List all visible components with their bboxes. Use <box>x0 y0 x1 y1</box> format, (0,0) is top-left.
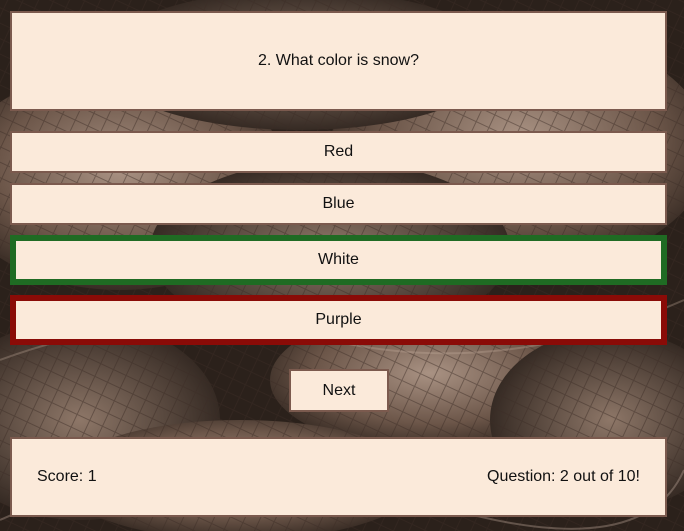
answer-label: Blue <box>322 195 355 212</box>
answer-button-red[interactable]: Red <box>10 131 667 173</box>
next-button[interactable]: Next <box>289 369 389 412</box>
answer-button-blue[interactable]: Blue <box>10 183 667 225</box>
question-panel: 2. What color is snow? <box>10 11 667 111</box>
answer-label: Red <box>323 143 354 160</box>
question-text: 2. What color is snow? <box>258 52 419 69</box>
answer-label: Purple <box>315 311 362 328</box>
answer-button-purple-incorrect[interactable]: Purple <box>10 295 667 345</box>
score-panel: Score: 1 Question: 2 out of 10! <box>10 437 667 517</box>
answer-label: White <box>318 251 359 268</box>
score-text: Score: 1 <box>37 468 97 485</box>
next-button-label: Next <box>322 381 356 399</box>
answer-button-white-correct[interactable]: White <box>10 235 667 285</box>
question-progress-text: Question: 2 out of 10! <box>487 468 640 485</box>
